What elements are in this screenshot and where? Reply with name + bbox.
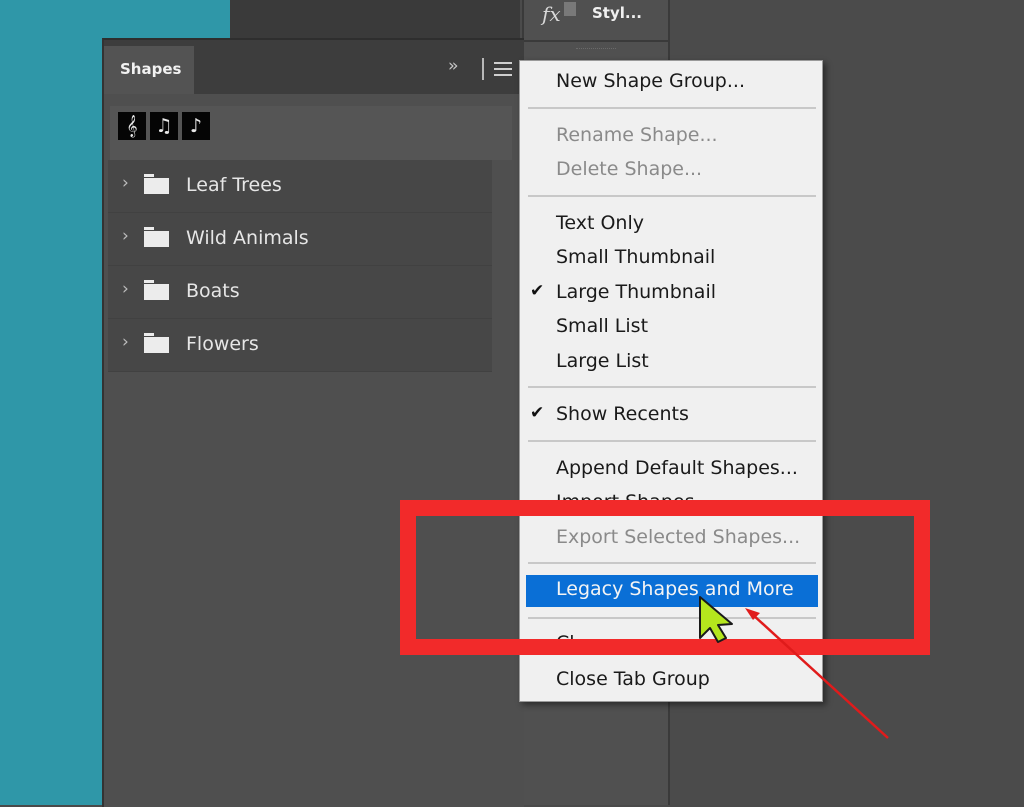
menu-item-label: Large List [556,350,649,372]
menu-item-label: Close Tab Group [556,668,710,690]
shape-groups-list: › Leaf Trees › Wild Animals › Boats › Fl… [108,160,492,372]
menu-item-label: New Shape Group... [556,70,745,92]
shape-group-flowers[interactable]: › Flowers [108,319,492,372]
recent-shapes-bar: 𝄞 ♫ ♪ [110,106,512,160]
panel-grip[interactable] [576,48,616,51]
eighth-note-icon[interactable]: ♪ [182,112,210,140]
menu-item-append-default-shapes[interactable]: Append Default Shapes... [520,454,822,484]
double-chevron-right-icon[interactable]: ›› [448,56,458,76]
menu-item-label: Text Only [556,212,644,234]
folder-icon [144,333,169,353]
checkmark-icon: ✔ [530,281,545,301]
menu-item-close-tab-group[interactable]: Close Tab Group [520,665,822,695]
menu-separator [528,195,816,197]
chevron-right-icon[interactable]: › [122,226,129,246]
styles-panel-label: Styl... [592,4,642,22]
menu-item-large-list[interactable]: Large List [520,347,822,377]
menu-item-label: Delete Shape... [556,158,703,180]
menu-item-label: Show Recents [556,403,689,425]
shape-group-boats[interactable]: › Boats [108,266,492,319]
menu-separator [528,107,816,109]
menu-item-show-recents[interactable]: ✔ Show Recents [520,400,822,430]
menu-item-rename-shape: Rename Shape... [520,121,822,151]
treble-clef-icon[interactable]: 𝄞 [118,112,146,140]
chevron-right-icon[interactable]: › [122,332,129,352]
menu-item-text-only[interactable]: Text Only [520,209,822,239]
hamburger-menu-icon[interactable] [494,62,512,76]
chevron-right-icon[interactable]: › [122,279,129,299]
menu-item-label: Small Thumbnail [556,246,716,268]
panel-tab-bar: Shapes ›› [104,40,524,94]
checkmark-icon: ✔ [530,403,545,423]
chevron-right-icon[interactable]: › [122,173,129,193]
highlight-box-annotation [400,500,930,655]
folder-icon [144,174,169,194]
folder-icon [144,280,169,300]
menu-item-label: Large Thumbnail [556,281,716,303]
fx-icon: fx [542,2,576,28]
shape-group-wild-animals[interactable]: › Wild Animals [108,213,492,266]
menu-separator [528,386,816,388]
group-label: Leaf Trees [186,174,282,196]
tab-bar-divider [482,58,484,80]
group-label: Boats [186,280,240,302]
menu-item-new-shape-group[interactable]: New Shape Group... [520,67,822,97]
menu-item-label: Rename Shape... [556,124,718,146]
menu-separator [528,440,816,442]
menu-item-small-list[interactable]: Small List [520,312,822,342]
group-label: Wild Animals [186,227,309,249]
shapes-panel: Shapes ›› 𝄞 ♫ ♪ › Leaf Trees › Wild Anim… [102,38,524,807]
folder-icon [144,227,169,247]
menu-item-label: Append Default Shapes... [556,457,798,479]
top-dark-strip [230,0,520,40]
group-label: Flowers [186,333,259,355]
shape-group-leaf-trees[interactable]: › Leaf Trees [108,160,492,213]
menu-item-label: Small List [556,315,649,337]
styles-panel-header[interactable]: fx Styl... [524,0,668,42]
menu-item-small-thumbnail[interactable]: Small Thumbnail [520,243,822,273]
tab-shapes-label: Shapes [120,60,182,78]
menu-item-large-thumbnail[interactable]: ✔ Large Thumbnail [520,278,822,308]
tab-shapes[interactable]: Shapes [104,46,194,94]
beamed-notes-icon[interactable]: ♫ [150,112,178,140]
menu-item-delete-shape: Delete Shape... [520,155,822,185]
